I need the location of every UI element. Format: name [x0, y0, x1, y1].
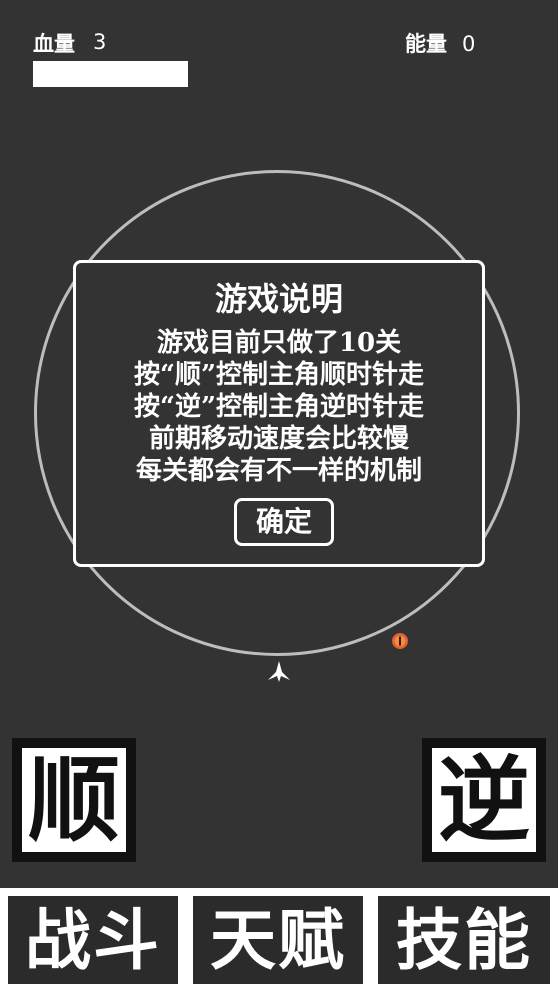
tab-skill[interactable]: 技能: [378, 896, 550, 984]
dialog-line: 游戏目前只做了10关: [156, 328, 402, 358]
hp-bar: [33, 61, 188, 87]
dialog-line: 按“顺”控制主角顺时针走: [134, 360, 424, 390]
hp-bar-fill: [33, 61, 188, 87]
tab-talent[interactable]: 天赋: [193, 896, 363, 984]
energy-label: 能量: [405, 31, 447, 56]
clockwise-button[interactable]: 顺: [12, 738, 136, 862]
dialog-line: 按“逆”控制主角逆时针走: [134, 392, 424, 422]
energy-orb-icon: [392, 633, 408, 649]
dialog-line: 前期移动速度会比较慢: [148, 424, 409, 454]
confirm-button[interactable]: 确定: [234, 498, 334, 546]
instructions-dialog: 游戏说明 游戏目前只做了10关 按“顺”控制主角顺时针走 按“逆”控制主角逆时针…: [73, 260, 485, 567]
dialog-body: 游戏目前只做了10关 按“顺”控制主角顺时针走 按“逆”控制主角逆时针走 前期移…: [76, 327, 482, 487]
counterclockwise-button-label: 逆: [432, 748, 536, 852]
tab-battle[interactable]: 战斗: [8, 896, 178, 984]
hp-label: 血量: [33, 31, 75, 56]
hp-value: 3: [93, 30, 107, 54]
clockwise-button-label: 顺: [22, 748, 126, 852]
dialog-line: 每关都会有不一样的机制: [135, 456, 422, 486]
counterclockwise-button[interactable]: 逆: [422, 738, 546, 862]
dialog-title: 游戏说明: [214, 280, 343, 318]
player-sprite-icon: [268, 661, 290, 682]
bottom-nav: 战斗 天赋 技能: [0, 888, 558, 992]
game-screen: 血量 3 能量 0 游戏说明 游戏目前只做了10关 按“顺”控制主角顺时针走 按…: [0, 0, 558, 992]
energy-value: 0: [462, 32, 476, 56]
